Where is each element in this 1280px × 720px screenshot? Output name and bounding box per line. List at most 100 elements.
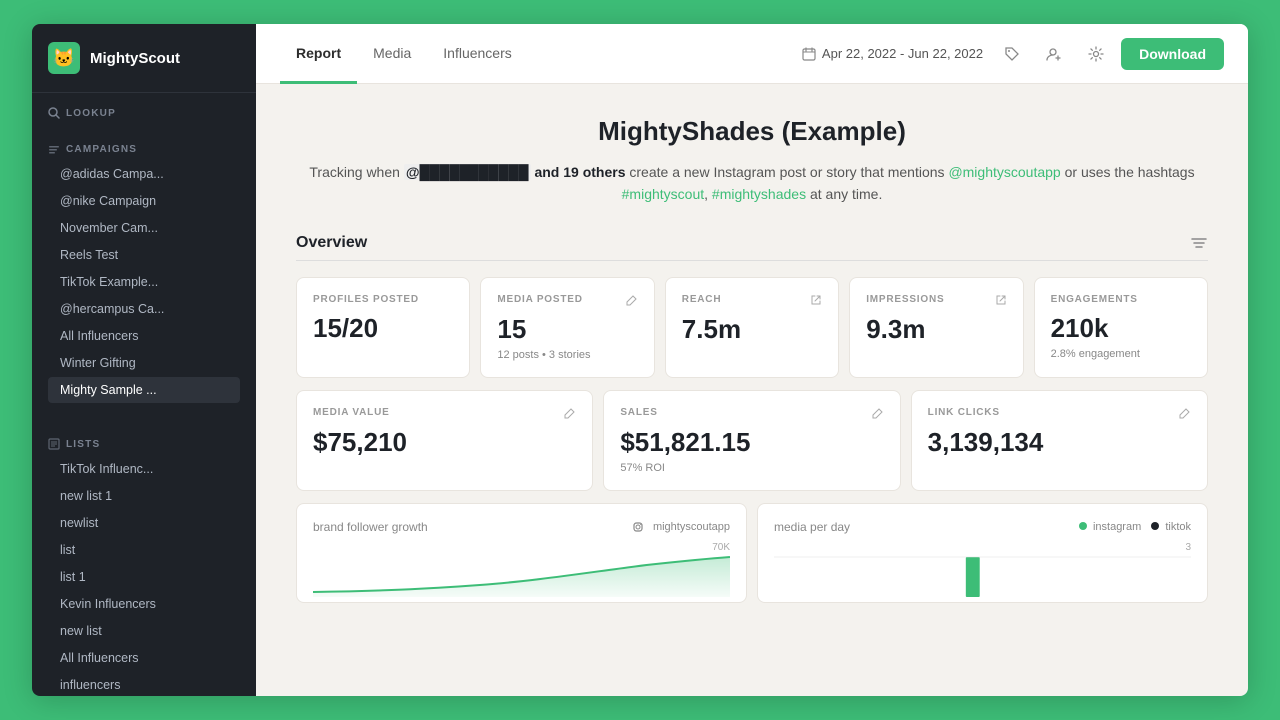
gear-icon bbox=[1088, 46, 1104, 62]
sidebar-list-5[interactable]: Kevin Influencers bbox=[48, 591, 240, 617]
sidebar-campaign-7[interactable]: Winter Gifting bbox=[48, 350, 240, 376]
settings-button[interactable] bbox=[1079, 37, 1113, 71]
sidebar-campaign-4[interactable]: TikTok Example... bbox=[48, 269, 240, 295]
media-chart-legend: instagram tiktok bbox=[1079, 521, 1191, 533]
nav-tabs: Report Media Influencers bbox=[280, 24, 528, 83]
sidebar-list-0[interactable]: TikTok Influenc... bbox=[48, 456, 240, 482]
sidebar-campaign-1[interactable]: @nike Campaign bbox=[48, 188, 240, 214]
sidebar: 🐱 MightyScout LOOKUP CAMPAIGNS bbox=[32, 24, 256, 696]
sidebar-campaign-2[interactable]: November Cam... bbox=[48, 215, 240, 241]
stat-sales: SALES $51,821.15 57% ROI bbox=[603, 390, 900, 491]
page-subtitle: Tracking when @███████████ and 19 others… bbox=[296, 161, 1208, 206]
stat-reach-value: 7.5m bbox=[682, 314, 822, 345]
stat-reach: REACH 7.5m bbox=[665, 277, 839, 378]
follower-chart-svg bbox=[313, 547, 730, 597]
calendar-icon bbox=[802, 47, 816, 61]
stat-impressions: IMPRESSIONS 9.3m bbox=[849, 277, 1023, 378]
stat-link-clicks-value: 3,139,134 bbox=[928, 427, 1191, 458]
campaigns-section: CAMPAIGNS @adidas Campa...@nike Campaign… bbox=[32, 129, 256, 408]
sidebar-campaign-5[interactable]: @hercampus Ca... bbox=[48, 296, 240, 322]
edit-icon-3[interactable] bbox=[872, 407, 884, 419]
follower-chart-title: brand follower growth bbox=[313, 520, 428, 534]
overview-header: Overview bbox=[296, 234, 1208, 261]
stat-media-posted: MEDIA POSTED 15 12 posts • 3 stories bbox=[480, 277, 654, 378]
tab-influencers[interactable]: Influencers bbox=[427, 25, 527, 84]
add-user-button[interactable] bbox=[1037, 37, 1071, 71]
stat-media-value: MEDIA VALUE $75,210 bbox=[296, 390, 593, 491]
sidebar-campaign-0[interactable]: @adidas Campa... bbox=[48, 161, 240, 187]
campaigns-label: CAMPAIGNS bbox=[48, 143, 240, 155]
stat-engagements: ENGAGEMENTS 210k 2.8% engagement bbox=[1034, 277, 1208, 378]
external-icon[interactable] bbox=[810, 294, 822, 306]
stat-media-value-label: MEDIA VALUE bbox=[313, 407, 576, 419]
media-per-day-chart: media per day instagram tiktok bbox=[757, 503, 1208, 603]
search-icon bbox=[48, 107, 60, 119]
edit-icon-4[interactable] bbox=[1179, 407, 1191, 419]
external-icon-2[interactable] bbox=[995, 294, 1007, 306]
media-chart-svg bbox=[774, 547, 1191, 597]
lists-label: LISTS bbox=[48, 438, 240, 450]
campaigns-list: @adidas Campa...@nike CampaignNovember C… bbox=[48, 161, 240, 403]
media-chart-title: media per day bbox=[774, 520, 850, 534]
sidebar-list-3[interactable]: list bbox=[48, 537, 240, 563]
follower-chart-area: 70K bbox=[313, 542, 730, 597]
instagram-icon bbox=[633, 522, 643, 532]
sidebar-list-6[interactable]: new list bbox=[48, 618, 240, 644]
sidebar-list-8[interactable]: influencers bbox=[48, 672, 240, 696]
sidebar-list-4[interactable]: list 1 bbox=[48, 564, 240, 590]
stat-profiles-value: 15/20 bbox=[313, 313, 453, 344]
stat-engagements-value: 210k bbox=[1051, 313, 1191, 344]
lookup-label: LOOKUP bbox=[48, 107, 240, 119]
stat-profiles-label: PROFILES POSTED bbox=[313, 294, 453, 305]
main-panel: Report Media Influencers Apr 22, 2022 - … bbox=[256, 24, 1248, 696]
tag-icon bbox=[1004, 46, 1020, 62]
stat-media-sub: 12 posts • 3 stories bbox=[497, 349, 637, 361]
edit-icon-2[interactable] bbox=[564, 407, 576, 419]
legend-instagram: instagram bbox=[1079, 521, 1141, 533]
stat-link-clicks: LINK CLICKS 3,139,134 bbox=[911, 390, 1208, 491]
stat-media-value-num: $75,210 bbox=[313, 427, 576, 458]
top-stats-grid: PROFILES POSTED 15/20 MEDIA POSTED 15 12… bbox=[296, 277, 1208, 378]
lists-list: TikTok Influenc...new list 1newlistlistl… bbox=[48, 456, 240, 696]
stat-sales-sub: 57% ROI bbox=[620, 462, 883, 474]
stat-sales-label: SALES bbox=[620, 407, 883, 419]
stat-link-clicks-label: LINK CLICKS bbox=[928, 407, 1191, 419]
media-chart-area: 3 bbox=[774, 542, 1191, 597]
add-user-icon bbox=[1046, 46, 1062, 62]
tag-button[interactable] bbox=[995, 37, 1029, 71]
stat-engagements-label: ENGAGEMENTS bbox=[1051, 294, 1191, 305]
follower-chart-legend: mightyscoutapp bbox=[633, 521, 730, 533]
stat-engagements-sub: 2.8% engagement bbox=[1051, 348, 1191, 360]
media-chart-y-label: 3 bbox=[1185, 542, 1191, 553]
sidebar-list-1[interactable]: new list 1 bbox=[48, 483, 240, 509]
stat-impressions-value: 9.3m bbox=[866, 314, 1006, 345]
lists-section: LISTS TikTok Influenc...new list 1newlis… bbox=[32, 424, 256, 696]
bottom-stats-grid: MEDIA VALUE $75,210 SALES $51,821.15 57%… bbox=[296, 390, 1208, 491]
edit-icon[interactable] bbox=[626, 294, 638, 306]
sidebar-campaign-6[interactable]: All Influencers bbox=[48, 323, 240, 349]
stat-reach-label: REACH bbox=[682, 294, 822, 306]
brand-follower-chart: brand follower growth mightyscoutapp 70K bbox=[296, 503, 747, 603]
stat-impressions-label: IMPRESSIONS bbox=[866, 294, 1006, 306]
sidebar-campaign-8[interactable]: Mighty Sample ... bbox=[48, 377, 240, 403]
media-chart-header: media per day instagram tiktok bbox=[774, 520, 1191, 534]
header-actions: Download bbox=[995, 37, 1224, 71]
overview-title: Overview bbox=[296, 234, 367, 252]
follower-chart-y-label: 70K bbox=[712, 542, 730, 553]
svg-text:🐱: 🐱 bbox=[53, 48, 75, 68]
stat-profiles-posted: PROFILES POSTED 15/20 bbox=[296, 277, 470, 378]
tab-media[interactable]: Media bbox=[357, 25, 427, 84]
tab-report[interactable]: Report bbox=[280, 25, 357, 84]
content-area: MightyShades (Example) Tracking when @██… bbox=[256, 84, 1248, 696]
sidebar-list-2[interactable]: newlist bbox=[48, 510, 240, 536]
legend-tiktok: tiktok bbox=[1151, 521, 1191, 533]
lists-icon bbox=[48, 438, 60, 450]
filter-icon[interactable] bbox=[1190, 234, 1208, 252]
logo-icon: 🐱 bbox=[48, 42, 80, 74]
sidebar-campaign-3[interactable]: Reels Test bbox=[48, 242, 240, 268]
sidebar-list-7[interactable]: All Influencers bbox=[48, 645, 240, 671]
header: Report Media Influencers Apr 22, 2022 - … bbox=[256, 24, 1248, 84]
stat-sales-value: $51,821.15 bbox=[620, 427, 883, 458]
charts-row: brand follower growth mightyscoutapp 70K bbox=[296, 503, 1208, 603]
download-button[interactable]: Download bbox=[1121, 38, 1224, 70]
